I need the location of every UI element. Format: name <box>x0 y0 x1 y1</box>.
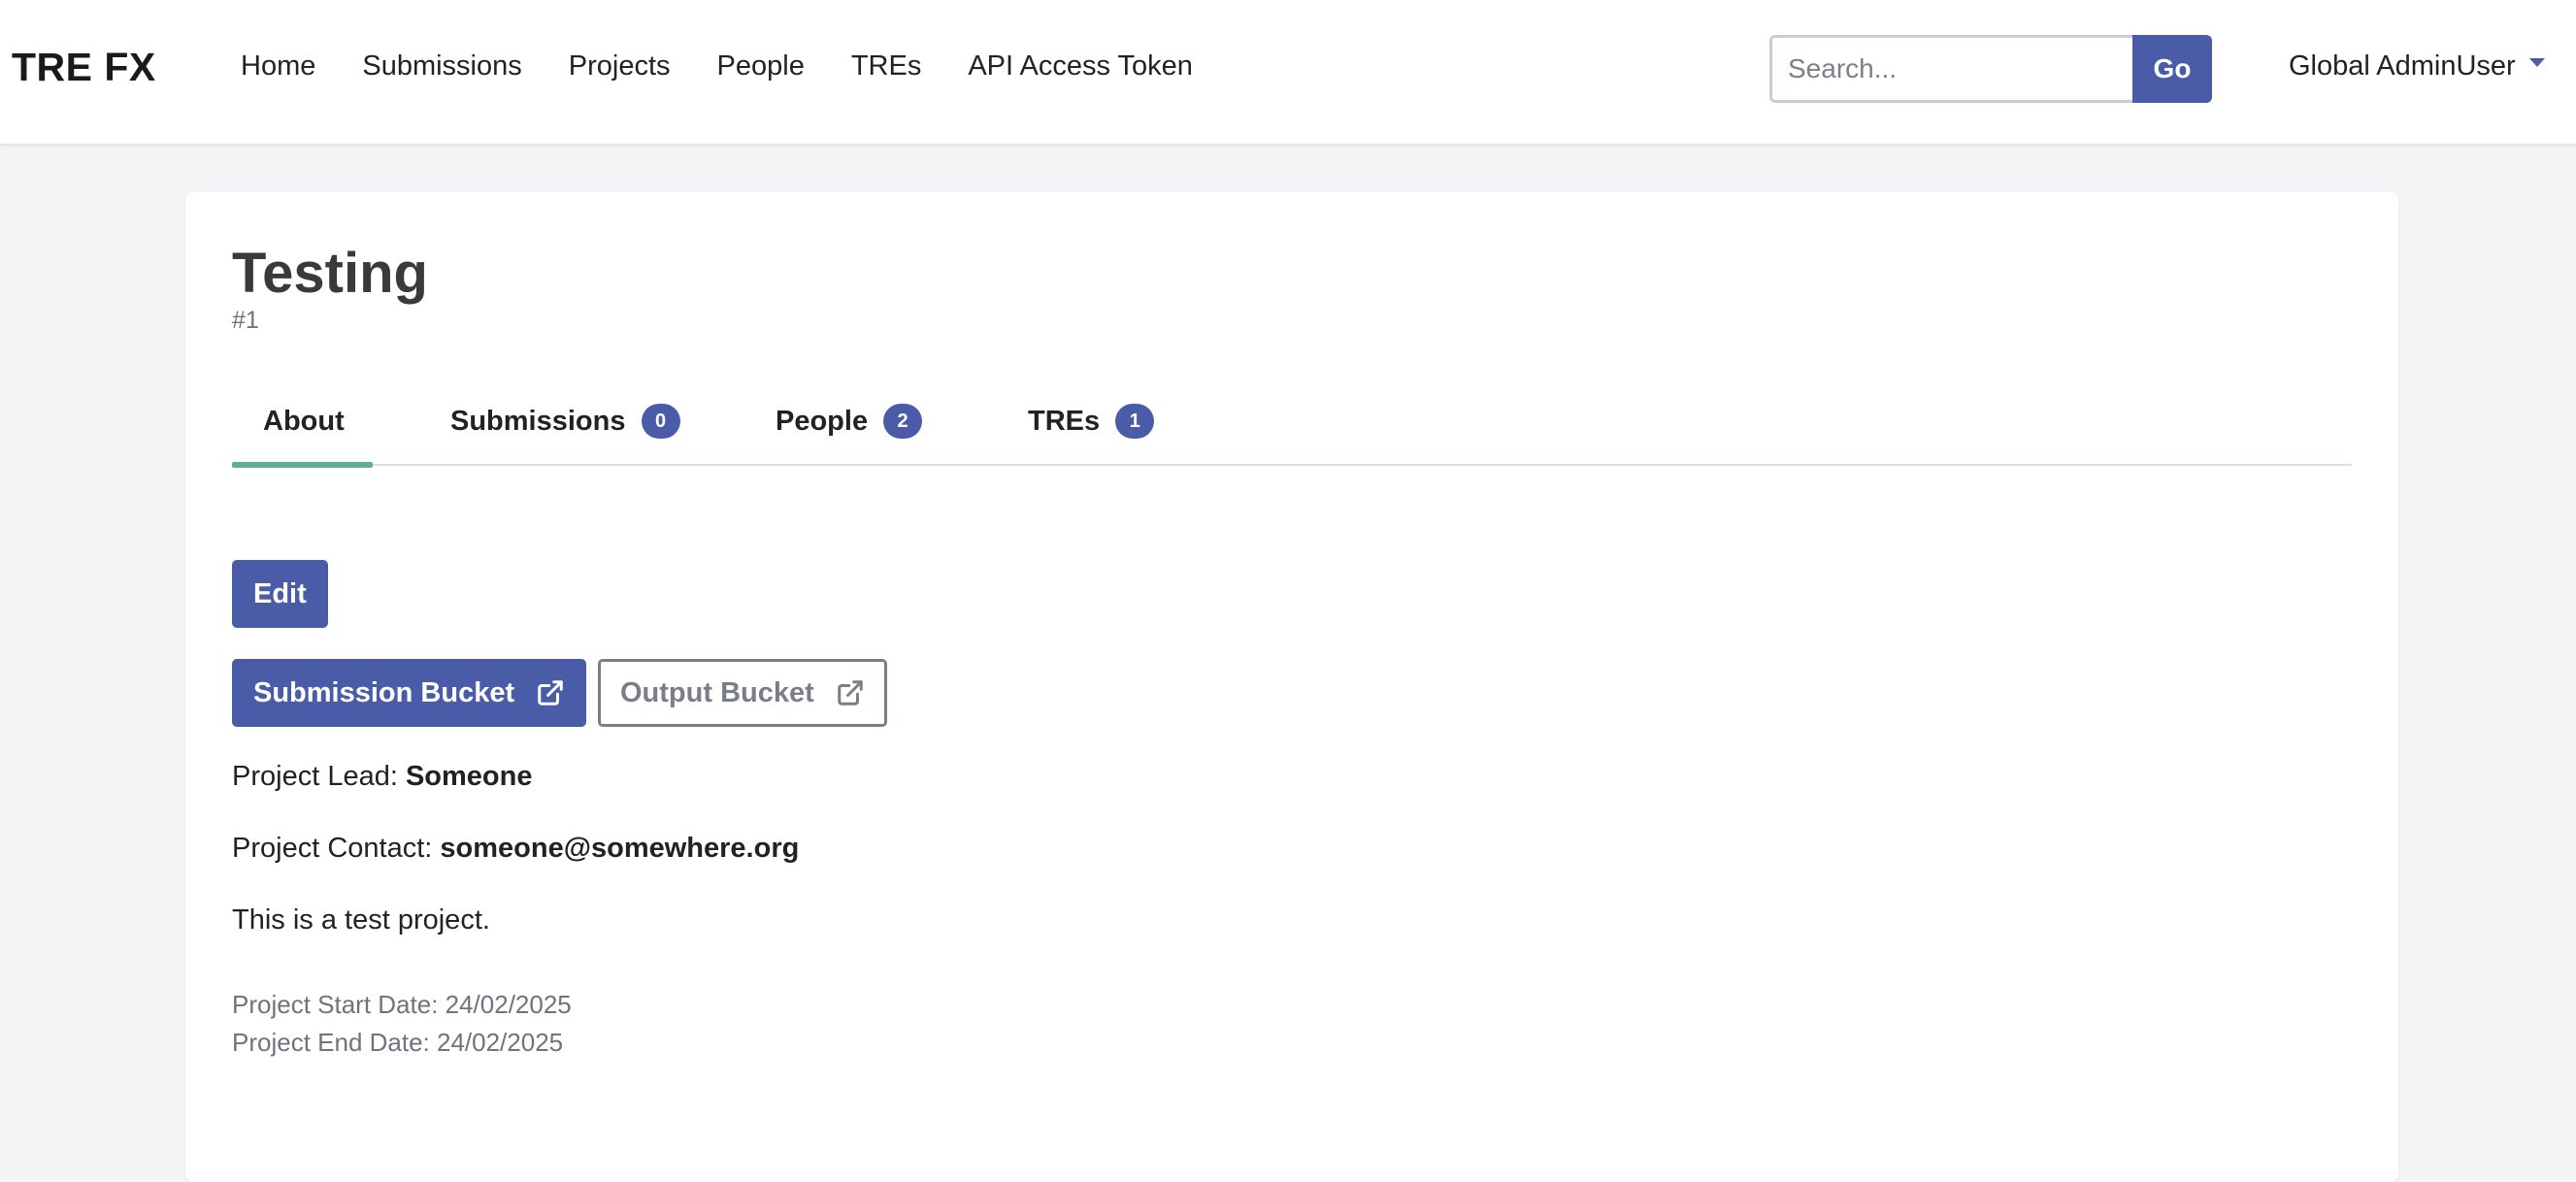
output-bucket-label: Output Bucket <box>620 676 814 708</box>
count-badge: 0 <box>641 404 680 439</box>
nav-link-submissions[interactable]: Submissions <box>362 50 521 82</box>
edit-button[interactable]: Edit <box>232 560 328 628</box>
tab-label: TREs <box>1028 406 1101 437</box>
nav-link-projects[interactable]: Projects <box>569 50 671 82</box>
tab-label: People <box>776 406 869 437</box>
tab-label: About <box>263 406 345 437</box>
submission-bucket-button[interactable]: Submission Bucket <box>232 659 587 727</box>
external-link-icon <box>838 680 863 706</box>
tab-submissions[interactable]: Submissions 0 <box>450 398 680 466</box>
brand-logo[interactable]: TRE FX <box>12 45 156 90</box>
search-go-button[interactable]: Go <box>2132 35 2212 103</box>
project-id: #1 <box>232 307 259 334</box>
project-lead: Project Lead: Someone <box>232 761 532 793</box>
edit-button-label: Edit <box>253 577 307 609</box>
project-start-date: Project Start Date: 24/02/2025 <box>232 990 572 1019</box>
project-contact-label: Project Contact: <box>232 833 433 864</box>
count-badge: 1 <box>1115 404 1155 439</box>
search-input[interactable] <box>1769 35 2133 103</box>
nav-link-tres[interactable]: TREs <box>851 50 922 82</box>
external-link-icon <box>538 680 563 706</box>
tab-about[interactable]: About <box>232 398 373 468</box>
project-contact-value: someone@somewhere.org <box>440 833 800 864</box>
project-card: Testing #1 About Submissions 0 People 2 … <box>185 192 2398 1182</box>
tab-people[interactable]: People 2 <box>776 398 923 466</box>
page-title: Testing <box>232 242 428 305</box>
main-nav: Home Submissions Projects People TREs AP… <box>241 50 1193 82</box>
submission-bucket-label: Submission Bucket <box>253 676 515 708</box>
chevron-down-icon <box>2528 58 2545 67</box>
nav-link-api-access-token[interactable]: API Access Token <box>968 50 1193 82</box>
top-navbar: TRE FX Home Submissions Projects People … <box>0 0 2576 146</box>
project-lead-label: Project Lead: <box>232 761 398 792</box>
nav-link-home[interactable]: Home <box>241 50 315 82</box>
project-tabs: About Submissions 0 People 2 TREs 1 <box>232 398 2352 468</box>
nav-link-people[interactable]: People <box>717 50 805 82</box>
user-menu-label: Global AdminUser <box>2289 50 2516 82</box>
project-description: This is a test project. <box>232 904 490 936</box>
count-badge: 2 <box>883 404 923 439</box>
output-bucket-button[interactable]: Output Bucket <box>598 659 887 727</box>
project-contact: Project Contact: someone@somewhere.org <box>232 833 799 865</box>
tab-label: Submissions <box>450 406 626 437</box>
tab-tres[interactable]: TREs 1 <box>1028 398 1155 466</box>
user-menu-dropdown[interactable]: Global AdminUser <box>2289 50 2545 82</box>
project-lead-value: Someone <box>405 761 533 792</box>
project-end-date: Project End Date: 24/02/2025 <box>232 1028 564 1057</box>
